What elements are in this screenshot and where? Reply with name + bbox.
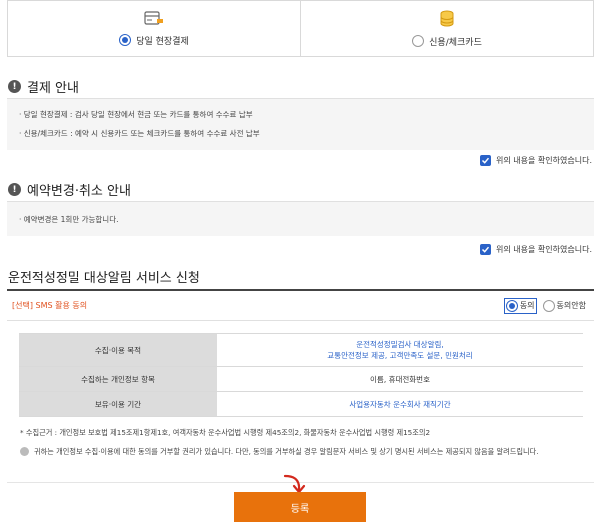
table-header-cell: 수집·이용 목적 <box>19 333 217 367</box>
exclamation-icon: ! <box>8 183 21 196</box>
legal-basis-footnote: * 수집근거 : 개인정보 보호법 제15조제1항제1호, 여객자동차 운수사업… <box>20 428 431 437</box>
table-value-cell: 이름, 휴대전화번호 <box>217 366 583 392</box>
payment-confirm-checkbox[interactable] <box>480 155 492 166</box>
change-info-box: · 예약변경은 1회만 가능합니다. <box>7 201 594 236</box>
change-confirm-checkbox[interactable] <box>480 244 492 255</box>
sms-agree-radio[interactable] <box>505 299 518 312</box>
onsite-label: 당일 현장결제 <box>136 36 189 47</box>
payment-info-heading: ! 결제 안내 <box>8 77 79 96</box>
card-radio[interactable] <box>412 35 425 47</box>
table-value-cell: 운전적성정밀검사 대상알림, 교통안전정보 제공, 고객만족도 설문, 민원처리 <box>217 333 583 367</box>
coin-stack-icon <box>439 10 455 28</box>
table-header-cell: 수집하는 개인정보 항목 <box>19 366 217 392</box>
payment-info-box: · 당일 현장결제 : 검사 당일 현장에서 현금 또는 카드를 통하여 수수료… <box>7 98 594 150</box>
payment-option-onsite[interactable]: 당일 현장결제 <box>8 1 300 56</box>
payment-info-line: · 신용/체크카드 : 예약 시 신용카드 또는 체크카드를 통하여 수수료 사… <box>19 129 260 138</box>
table-row: 수집·이용 목적 운전적성정밀검사 대상알림, 교통안전정보 제공, 고객만족도… <box>19 333 583 367</box>
payment-method-options: 당일 현장결제 신용/체크카드 <box>7 0 594 57</box>
table-row: 수집하는 개인정보 항목 이름, 휴대전화번호 <box>19 366 583 392</box>
notice-bullet-icon <box>20 447 29 456</box>
sms-consent-label: [선택] SMS 활용 동의 <box>12 301 88 310</box>
sms-disagree-radio[interactable] <box>542 299 555 312</box>
sms-disagree-label: 동의안함 <box>556 301 586 310</box>
change-confirm[interactable]: 위의 내용을 확인하였습니다. <box>480 244 592 255</box>
exclamation-icon: ! <box>8 80 21 93</box>
sms-consent-radios: 동의 동의안함 <box>503 297 586 314</box>
purpose-line: 교통안전정보 제공, 고객만족도 설문, 민원처리 <box>327 351 473 360</box>
payment-confirm[interactable]: 위의 내용을 확인하였습니다. <box>480 155 592 166</box>
payment-option-card[interactable]: 신용/체크카드 <box>300 1 593 56</box>
payment-info-title: 결제 안내 <box>27 81 79 96</box>
table-value-cell: 사업용자동차 운수회사 재직기간 <box>217 391 583 417</box>
change-info-line: · 예약변경은 1회만 가능합니다. <box>19 215 119 224</box>
sms-disagree-option[interactable]: 동의안함 <box>542 299 586 312</box>
refusal-notice-text: 귀하는 개인정보 수집·이용에 대한 동의를 거부할 권리가 있습니다. 다만,… <box>34 447 539 456</box>
payment-info-line: · 당일 현장결제 : 검사 당일 현장에서 현금 또는 카드를 통하여 수수료… <box>19 110 253 119</box>
refusal-notice: 귀하는 개인정보 수집·이용에 대한 동의를 거부할 권리가 있습니다. 다만,… <box>20 446 584 457</box>
purpose-line: 운전적성정밀검사 대상알림, <box>356 340 444 349</box>
change-info-heading: ! 예약변경·취소 안내 <box>8 180 131 199</box>
change-info-title: 예약변경·취소 안내 <box>27 184 131 199</box>
change-confirm-label: 위의 내용을 확인하였습니다. <box>496 245 592 254</box>
sms-agree-option[interactable]: 동의 <box>503 297 537 314</box>
sms-agree-label: 동의 <box>519 301 535 310</box>
card-label: 신용/체크카드 <box>429 37 482 48</box>
onsite-radio[interactable] <box>119 34 132 46</box>
submit-button[interactable]: 등록 <box>234 492 366 522</box>
sms-section-title: 운전적성정밀 대상알림 서비스 신청 <box>8 271 200 286</box>
sms-consent-bar: [선택] SMS 활용 동의 동의 동의안함 <box>7 289 594 321</box>
table-row: 보유·이용 기간 사업용자동차 운수회사 재직기간 <box>19 391 583 417</box>
card-reader-icon <box>143 10 165 27</box>
table-header-cell: 보유·이용 기간 <box>19 391 217 417</box>
payment-confirm-label: 위의 내용을 확인하였습니다. <box>496 156 592 165</box>
sms-consent-table: 수집·이용 목적 운전적성정밀검사 대상알림, 교통안전정보 제공, 고객만족도… <box>19 333 583 417</box>
